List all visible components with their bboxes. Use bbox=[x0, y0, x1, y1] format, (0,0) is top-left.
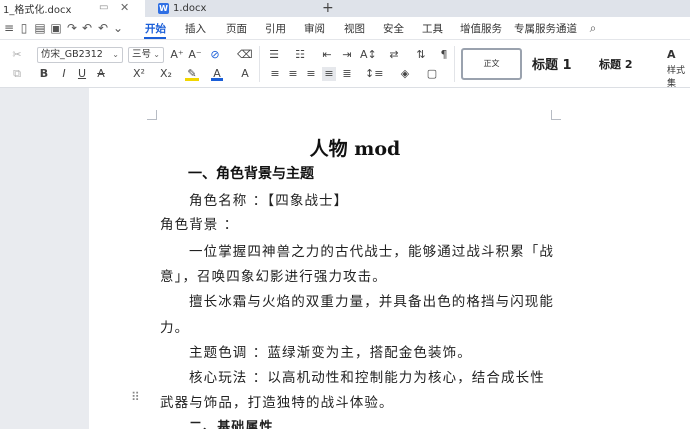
superscript-icon[interactable]: X² bbox=[131, 67, 147, 81]
doc-line-heading2: 二、基础属性 bbox=[189, 420, 274, 429]
doc-line: 一位掌握四神兽之力的古代战士，能够通过战斗积累「战 bbox=[189, 244, 554, 260]
doc-line: 擅长冰霜与火焰的双重力量，并具备出色的格挡与闪现能 bbox=[189, 294, 554, 310]
print-icon[interactable]: ▤ bbox=[33, 21, 47, 35]
pin-icon[interactable]: ▭ bbox=[99, 2, 108, 13]
doc-line: 核心玩法 ：以高机动性和控制能力为核心，结合成长性 bbox=[189, 370, 545, 386]
line-spacing-icon[interactable]: ↕≡ bbox=[365, 67, 383, 81]
subscript-icon[interactable]: X₂ bbox=[158, 67, 174, 81]
align-left-icon[interactable]: ≡ bbox=[268, 67, 282, 81]
chevron-down-icon[interactable]: ⌄ bbox=[111, 21, 125, 35]
style-heading-2[interactable]: 标题 2 bbox=[599, 56, 632, 72]
style-heading-1[interactable]: 标题 1 bbox=[532, 54, 572, 73]
grow-font-icon[interactable]: A⁺ bbox=[170, 48, 184, 62]
active-menu-indicator bbox=[144, 37, 166, 39]
document-tab-label: 1_格式化.docx bbox=[3, 5, 72, 16]
menu-page[interactable]: 页面 bbox=[226, 21, 247, 36]
border-icon[interactable]: ▢ bbox=[425, 67, 439, 81]
menu-insert[interactable]: 插入 bbox=[185, 21, 206, 36]
shading-icon[interactable]: ◈ bbox=[398, 67, 412, 81]
heading-role-background: 一、角色背景与主题 bbox=[188, 166, 314, 182]
menu-home[interactable]: 开始 bbox=[145, 21, 166, 36]
distributed-icon[interactable]: ≣ bbox=[340, 67, 354, 81]
menu-security[interactable]: 安全 bbox=[383, 21, 404, 36]
word-doc-icon: W bbox=[158, 3, 169, 14]
document-tab-inactive[interactable]: W 1.docx bbox=[152, 0, 302, 17]
menu-bar: ≡ ▯ ▤ ▣ ↷ ↶ ↶ ⌄ 开始 插入 页面 引用 审阅 视图 安全 工具 … bbox=[0, 17, 690, 40]
bold-icon[interactable]: B bbox=[38, 67, 50, 81]
font-name-value: 仿宋_GB2312 bbox=[41, 49, 103, 60]
chevron-down-icon: ⌄ bbox=[112, 50, 119, 59]
numbered-list-icon[interactable]: ☷ bbox=[292, 48, 308, 62]
undo-alt-icon[interactable]: ↶ bbox=[96, 21, 110, 35]
style-set-label: 样式集 bbox=[667, 66, 686, 89]
increase-indent-icon[interactable]: ⇥ bbox=[340, 48, 354, 62]
document-title: 人物 mod bbox=[309, 138, 401, 160]
align-right-icon[interactable]: ≡ bbox=[304, 67, 318, 81]
menu-review[interactable]: 审阅 bbox=[304, 21, 325, 36]
font-name-select[interactable]: 仿宋_GB2312 ⌄ bbox=[37, 47, 123, 63]
doc-line: 主题色调 ：蓝绿渐变为主，搭配金色装饰。 bbox=[189, 345, 472, 361]
strikethrough-icon[interactable]: A bbox=[95, 67, 107, 81]
italic-icon[interactable]: I bbox=[58, 67, 70, 81]
menu-view[interactable]: 视图 bbox=[344, 21, 365, 36]
text-direction-icon[interactable]: A↕ bbox=[360, 48, 377, 62]
decrease-indent-icon[interactable]: ⇤ bbox=[320, 48, 334, 62]
style-normal[interactable]: 正文 bbox=[461, 48, 522, 80]
underline-icon[interactable]: U bbox=[76, 67, 88, 81]
doc-line: 角色名称 ：【四象战士】 bbox=[189, 193, 349, 209]
align-center-icon[interactable]: ≡ bbox=[286, 67, 300, 81]
show-marks-icon[interactable]: ¶ bbox=[437, 48, 451, 62]
divider bbox=[454, 46, 455, 82]
menu-tools[interactable]: 工具 bbox=[422, 21, 443, 36]
menu-exclusive-service[interactable]: 专属服务通道 bbox=[514, 21, 577, 36]
style-set[interactable]: A 样式集 bbox=[667, 48, 690, 89]
sort-icon[interactable]: ⇅ bbox=[414, 48, 428, 62]
font-color-icon[interactable]: A bbox=[211, 67, 223, 81]
close-tab-icon[interactable]: ✕ bbox=[120, 1, 129, 14]
new-tab-plus-icon[interactable]: + bbox=[322, 0, 334, 16]
ribbon-toolbar: ✂ ⧉ 仿宋_GB2312 ⌄ 三号 ⌄ A⁺ A⁻ ⊘ ⌫ B I U A X… bbox=[0, 40, 690, 89]
file-icon[interactable]: ▯ bbox=[17, 21, 31, 35]
font-size-select[interactable]: 三号 ⌄ bbox=[128, 47, 164, 63]
doc-line: 武器与饰品，打造独特的战斗体验。 bbox=[160, 395, 394, 411]
search-icon[interactable]: ⌕ bbox=[586, 21, 600, 35]
margin-corner-mark bbox=[147, 110, 157, 120]
menu-hamburger-icon[interactable]: ≡ bbox=[2, 21, 16, 35]
shrink-font-icon[interactable]: A⁻ bbox=[188, 48, 202, 62]
print-preview-icon[interactable]: ▣ bbox=[49, 21, 63, 35]
style-set-icon: A bbox=[667, 48, 676, 61]
chevron-down-icon: ⌄ bbox=[153, 50, 160, 59]
paragraph-drag-handle-icon[interactable]: ⠿ bbox=[131, 390, 140, 404]
document-tab-label: 1.docx bbox=[173, 3, 207, 14]
menu-references[interactable]: 引用 bbox=[265, 21, 286, 36]
clear-format-icon[interactable]: ⊘ bbox=[208, 48, 222, 62]
undo-icon[interactable]: ↶ bbox=[80, 21, 94, 35]
divider bbox=[259, 46, 260, 82]
font-size-value: 三号 bbox=[132, 49, 152, 60]
doc-line: 意」，召唤四象幻影进行强力攻击。 bbox=[160, 269, 387, 285]
bullet-list-icon[interactable]: ☰ bbox=[266, 48, 282, 62]
redo-icon[interactable]: ↷ bbox=[65, 21, 79, 35]
doc-line: 角色背景 ： bbox=[160, 217, 239, 233]
menu-value-added[interactable]: 增值服务 bbox=[460, 21, 502, 36]
eraser-icon[interactable]: ⌫ bbox=[237, 48, 253, 62]
chinese-layout-icon[interactable]: ⇄ bbox=[387, 48, 401, 62]
highlight-icon[interactable]: ✎ bbox=[185, 67, 199, 81]
copy-icon[interactable]: ⧉ bbox=[10, 67, 24, 81]
cut-icon[interactable]: ✂ bbox=[10, 48, 24, 62]
tab-bar: 1_格式化.docx ▭ ✕ W 1.docx + bbox=[0, 0, 690, 17]
doc-line: 力。 bbox=[160, 320, 190, 336]
char-shading-icon[interactable]: A bbox=[238, 67, 252, 81]
justify-icon[interactable]: ≡ bbox=[322, 67, 336, 81]
margin-corner-mark bbox=[551, 110, 561, 120]
